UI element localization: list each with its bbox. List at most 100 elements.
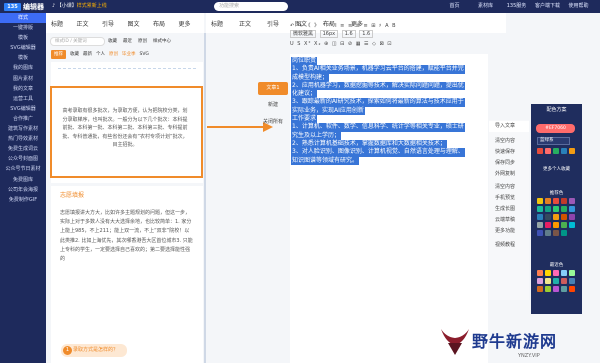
sidebar-item[interactable]: 我的图库 <box>0 63 46 73</box>
color-swatch[interactable] <box>561 148 567 154</box>
color-swatch[interactable] <box>545 230 551 236</box>
article-tab[interactable]: 文章1 <box>258 82 288 95</box>
color-swatch[interactable] <box>569 286 575 292</box>
color-swatch[interactable] <box>553 222 559 228</box>
color-swatch[interactable] <box>553 214 559 220</box>
sidebar-item[interactable]: 合作推广 <box>0 114 46 124</box>
subtab-favorite[interactable]: 收藏 <box>70 50 79 59</box>
sidebar-item[interactable]: 热门导效素材 <box>0 134 46 144</box>
tab-more[interactable]: 更多 <box>179 19 205 28</box>
color-swatch[interactable] <box>545 206 551 212</box>
clear-content-button[interactable]: 清空内容 <box>489 182 529 193</box>
color-swatch[interactable] <box>545 270 551 276</box>
color-swatch[interactable] <box>537 214 543 220</box>
color-swatch[interactable] <box>537 270 543 276</box>
new-article-button[interactable]: 新建 <box>258 99 288 112</box>
color-swatch[interactable] <box>561 214 567 220</box>
color-swatch[interactable] <box>569 206 575 212</box>
panel-splitter[interactable] <box>204 33 206 363</box>
sidebar-item[interactable]: 模板 <box>0 33 46 43</box>
tab-image-text[interactable]: 图文 <box>128 19 154 28</box>
filter-recent[interactable]: 最近 <box>123 37 132 46</box>
style-card[interactable]: 志愿填报 志愿填报讲大方大，比如许多主题规划的问题，但这一步，实际上对于多数人没… <box>51 186 203 363</box>
color-swatch[interactable] <box>569 270 575 276</box>
color-swatch[interactable] <box>569 278 575 284</box>
tab-body[interactable]: 正文 <box>77 19 103 28</box>
color-swatch[interactable] <box>561 230 567 236</box>
cloud-draft-button[interactable]: 云端草稿 <box>489 215 529 226</box>
sidebar-item[interactable]: 我的文章 <box>0 84 46 94</box>
color-swatch[interactable] <box>537 148 543 154</box>
color-swatch[interactable] <box>553 206 559 212</box>
sidebar-item[interactable]: 运营工具 <box>0 94 46 104</box>
sidebar-item[interactable]: 图片素材 <box>0 74 46 84</box>
sidebar-item[interactable]: 建筑写作素材 <box>0 124 46 134</box>
color-swatch[interactable] <box>537 222 543 228</box>
subtab-personal[interactable]: 个人 <box>96 50 105 59</box>
color-swatch[interactable] <box>545 198 551 204</box>
function-search-input[interactable]: 功能搜索 <box>214 2 288 11</box>
sidebar-item[interactable]: 免费制作GIF <box>0 195 46 205</box>
color-swatch[interactable] <box>553 148 559 154</box>
quick-save-button[interactable]: 快速保存 <box>489 147 529 158</box>
line-height-select[interactable]: 1.6 <box>341 30 356 38</box>
tab-title[interactable]: 标题 <box>51 19 77 28</box>
color-swatch[interactable] <box>545 222 551 228</box>
clear-content-button[interactable]: 清空内容 <box>489 136 529 147</box>
more-favorites-link[interactable]: 更多个人收藏 <box>535 166 578 172</box>
color-swatch[interactable] <box>553 230 559 236</box>
tab-guide[interactable]: 引导 <box>102 19 128 28</box>
color-swatch[interactable] <box>537 286 543 292</box>
color-swatch[interactable] <box>561 270 567 276</box>
color-swatch[interactable] <box>537 230 543 236</box>
save-sync-button[interactable]: 保存同步 <box>489 158 529 169</box>
subtab-svg[interactable]: SVG <box>140 50 149 59</box>
subtab-recommend[interactable]: 推荐 <box>51 50 66 59</box>
mobile-preview-button[interactable]: 手机预览 <box>489 193 529 204</box>
sidebar-item[interactable]: SVG编辑器 <box>0 43 46 53</box>
color-swatch[interactable] <box>561 198 567 204</box>
color-swatch[interactable] <box>537 206 543 212</box>
tab-title[interactable]: 标题 <box>211 19 239 28</box>
color-swatch[interactable] <box>569 198 575 204</box>
nav-home[interactable]: 首页 <box>439 0 470 13</box>
sidebar-item[interactable]: 公众号封面图 <box>0 154 46 164</box>
more-functions-button[interactable]: 更多功能 <box>489 226 529 237</box>
color-swatch[interactable] <box>561 286 567 292</box>
nav-download[interactable]: 客户端下载 <box>532 0 563 13</box>
color-swatch[interactable] <box>545 278 551 284</box>
color-code-input[interactable]: #EF7060 <box>536 124 575 133</box>
font-family-select[interactable]: 微软雅黑 <box>290 30 317 38</box>
filter-style-center[interactable]: 样式中心 <box>153 37 171 46</box>
sidebar-item[interactable]: 公众号节日素材 <box>0 164 46 174</box>
filter-favorites[interactable]: 收藏 <box>108 37 117 46</box>
font-size-select[interactable]: 16px <box>319 30 339 38</box>
nav-help[interactable]: 使用帮助 <box>563 0 594 13</box>
color-swatch[interactable] <box>569 214 575 220</box>
color-swatch[interactable] <box>553 278 559 284</box>
color-swatch[interactable] <box>569 222 575 228</box>
color-swatch[interactable] <box>569 148 575 154</box>
sidebar-item[interactable]: 免费生成词云 <box>0 144 46 154</box>
subtab-latest[interactable]: 最新 <box>83 50 92 59</box>
subtab-graduation[interactable]: 毕业季 <box>122 50 136 59</box>
announcement[interactable]: ♪ 【小课】样式累新上线 <box>52 2 107 11</box>
sidebar-item[interactable]: 一键排版 <box>0 23 46 33</box>
filter-original[interactable]: 原创 <box>138 37 147 46</box>
external-copy-button[interactable]: 外网复制 <box>489 169 529 180</box>
color-swatch[interactable] <box>561 222 567 228</box>
nav-services[interactable]: 135服务 <box>501 0 532 13</box>
color-swatch[interactable] <box>553 286 559 292</box>
color-swatch[interactable] <box>561 206 567 212</box>
color-swatch[interactable] <box>561 278 567 284</box>
video-tutorial-button[interactable]: 视频教程 <box>489 240 529 251</box>
close-all-button[interactable]: 关闭所有 <box>258 116 288 129</box>
color-swatch[interactable] <box>545 148 551 154</box>
letter-spacing-select[interactable]: 1.6 <box>359 30 374 38</box>
sidebar-item[interactable]: SVG编辑器 <box>0 104 46 114</box>
color-scheme-select[interactable]: 蓝绿系 <box>537 137 570 145</box>
long-image-button[interactable]: 生成长图 <box>489 204 529 215</box>
sidebar-item-style[interactable]: 样式 <box>0 13 46 24</box>
color-swatch[interactable] <box>545 286 551 292</box>
sidebar-item[interactable]: 免费图库 <box>0 175 46 185</box>
